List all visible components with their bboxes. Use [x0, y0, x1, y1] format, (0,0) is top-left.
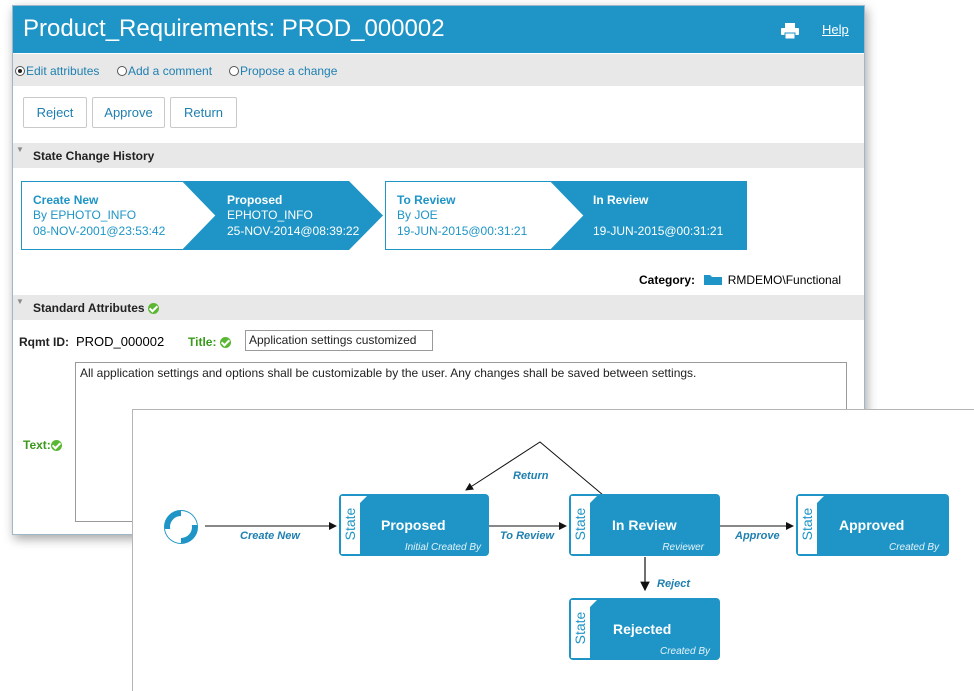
step-by: EPHOTO_INFO [227, 208, 313, 222]
collapse-triangle-icon[interactable]: ▼ [16, 145, 24, 154]
state-node-approved[interactable]: State Approved Created By [796, 494, 949, 556]
state-tag: State [342, 507, 358, 541]
state-tag: State [572, 611, 588, 645]
rqmt-id-label: Rqmt ID: [19, 335, 69, 349]
create-new-label: Create New [240, 530, 300, 542]
to-review-label: To Review [500, 530, 554, 542]
title-bar: Product_Requirements: PROD_000002 Help [13, 6, 864, 53]
collapse-triangle-icon[interactable]: ▼ [16, 297, 24, 306]
category-row: Category: RMDEMO\Functional [639, 273, 841, 287]
chevron-shape [551, 181, 747, 250]
workflow-diagram-panel: Create New To Review Approve Reject Retu… [132, 409, 974, 691]
node-name: Rejected [613, 621, 672, 637]
section-title: Standard Attributes [33, 301, 159, 315]
title-label: Title: [188, 335, 231, 349]
radio-label: Edit attributes [26, 64, 100, 78]
standard-attributes-header[interactable]: ▼ Standard Attributes [13, 295, 864, 320]
node-sub: Initial Created By [404, 542, 481, 553]
return-arrow [465, 441, 604, 496]
help-link[interactable]: Help [822, 22, 849, 37]
return-label: Return [513, 470, 549, 482]
step-title: In Review [593, 193, 649, 207]
node-sub: Created By [659, 646, 710, 657]
radio-selected-icon [15, 66, 25, 76]
history-step-proposed: Proposed EPHOTO_INFO 25-NOV-2014@08:39:2… [183, 181, 383, 250]
return-button[interactable]: Return [170, 97, 237, 128]
step-by: By JOE [397, 208, 438, 222]
node-sub: Created By [888, 542, 939, 553]
step-title: Proposed [227, 193, 283, 207]
history-step-in-review: In Review 19-JUN-2015@00:31:21 [551, 181, 747, 250]
step-date: 08-NOV-2001@23:53:42 [33, 224, 166, 238]
check-icon [50, 440, 62, 452]
reject-button[interactable]: Reject [23, 97, 87, 128]
step-title: Create New [33, 193, 99, 207]
step-date: 25-NOV-2014@08:39:22 [227, 224, 360, 238]
step-by: By EPHOTO_INFO [33, 208, 137, 222]
node-sub: Reviewer [662, 542, 704, 553]
rqmt-id-value: PROD_000002 [76, 334, 165, 349]
radio-add-comment[interactable]: Add a comment [117, 64, 212, 78]
window-title: Product_Requirements: PROD_000002 [23, 15, 445, 42]
step-title: To Review [397, 193, 456, 207]
state-history-header[interactable]: ▼ State Change History [13, 143, 864, 168]
step-date: 19-JUN-2015@00:31:21 [397, 224, 528, 238]
radio-empty-icon [117, 66, 127, 76]
approve-label: Approve [735, 530, 780, 542]
check-icon [147, 303, 159, 315]
state-tag: State [572, 507, 588, 541]
node-name: Proposed [381, 517, 446, 533]
step-date: 19-JUN-2015@00:31:21 [593, 224, 724, 238]
radio-edit-attributes[interactable]: Edit attributes [15, 64, 99, 78]
check-icon [219, 337, 231, 349]
radio-label: Add a comment [128, 64, 213, 78]
state-node-proposed[interactable]: State Proposed Initial Created By [339, 494, 489, 556]
state-node-rejected[interactable]: State Rejected Created By [569, 598, 720, 660]
state-tag: State [799, 507, 815, 541]
title-field[interactable]: Application settings customized [245, 330, 433, 351]
start-node-icon [164, 510, 198, 544]
node-name: In Review [612, 517, 677, 533]
radio-empty-icon [229, 66, 239, 76]
category-value[interactable]: RMDEMO\Functional [728, 273, 841, 287]
mode-bar: Edit attributes Add a comment Propose a … [13, 54, 864, 86]
node-name: Approved [839, 517, 905, 533]
state-node-in-review[interactable]: State In Review Reviewer [569, 494, 720, 556]
reject-label: Reject [657, 578, 691, 590]
text-label: Text: [23, 438, 62, 452]
folder-icon [704, 275, 723, 285]
radio-label: Propose a change [240, 64, 338, 78]
approve-button[interactable]: Approve [92, 97, 165, 128]
category-label: Category: [639, 273, 696, 287]
section-title: State Change History [33, 149, 155, 163]
radio-propose-change[interactable]: Propose a change [229, 64, 337, 78]
printer-icon[interactable] [781, 23, 799, 39]
